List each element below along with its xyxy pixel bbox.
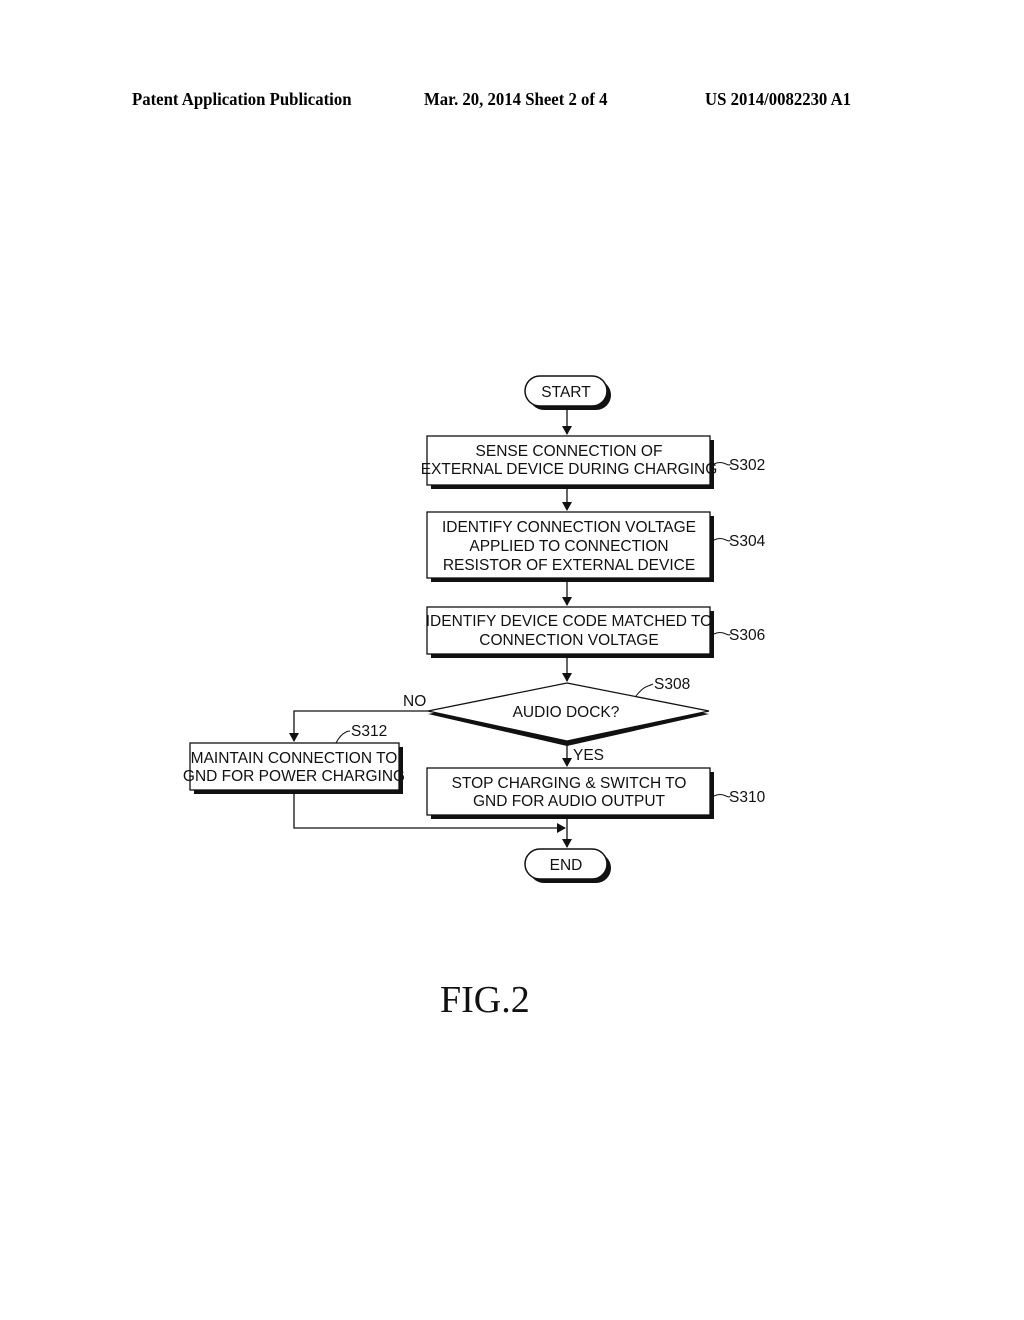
step-s312-line2: GND FOR POWER CHARGING [183,768,405,785]
step-s302: SENSE CONNECTION OF EXTERNAL DEVICE DURI… [421,435,765,489]
step-s310-line1: STOP CHARGING & SWITCH TO [452,775,687,792]
step-s310: STOP CHARGING & SWITCH TO GND FOR AUDIO … [426,767,766,819]
step-s306-id: S306 [729,627,765,644]
branch-no-label: NO [403,693,426,710]
start-label: START [541,384,591,401]
step-s304-line3: RESISTOR OF EXTERNAL DEVICE [443,557,695,574]
step-s304-line2: APPLIED TO CONNECTION [469,538,668,555]
step-s310-line2: GND FOR AUDIO OUTPUT [473,793,666,810]
decision-s308: AUDIO DOCK? S308 [427,676,710,746]
step-s312-id: S312 [351,723,387,740]
step-s306: IDENTIFY DEVICE CODE MATCHED TO CONNECTI… [426,606,765,658]
step-s312-line1: MAINTAIN CONNECTION TO [191,750,398,767]
step-s306-line2: CONNECTION VOLTAGE [479,632,658,649]
end-label: END [550,857,583,874]
decision-s308-id: S308 [654,676,690,693]
step-s306-line1: IDENTIFY DEVICE CODE MATCHED TO [426,613,713,630]
step-s310-id: S310 [729,789,766,806]
step-s302-line1: SENSE CONNECTION OF [476,443,663,460]
step-s304-line1: IDENTIFY CONNECTION VOLTAGE [442,519,696,536]
step-s304-id: S304 [729,533,766,550]
branch-yes-label: YES [573,747,604,764]
decision-s308-label: AUDIO DOCK? [513,704,620,721]
end-terminal: END [524,848,611,883]
step-s304: IDENTIFY CONNECTION VOLTAGE APPLIED TO C… [426,511,766,582]
figure-label: FIG.2 [440,979,530,1021]
step-s302-line2: EXTERNAL DEVICE DURING CHARGING [421,461,718,478]
start-terminal: START [524,375,611,410]
step-s302-id: S302 [729,457,765,474]
flowchart: START SENSE CONNECTION OF EXTERNAL DEVIC… [183,375,766,883]
